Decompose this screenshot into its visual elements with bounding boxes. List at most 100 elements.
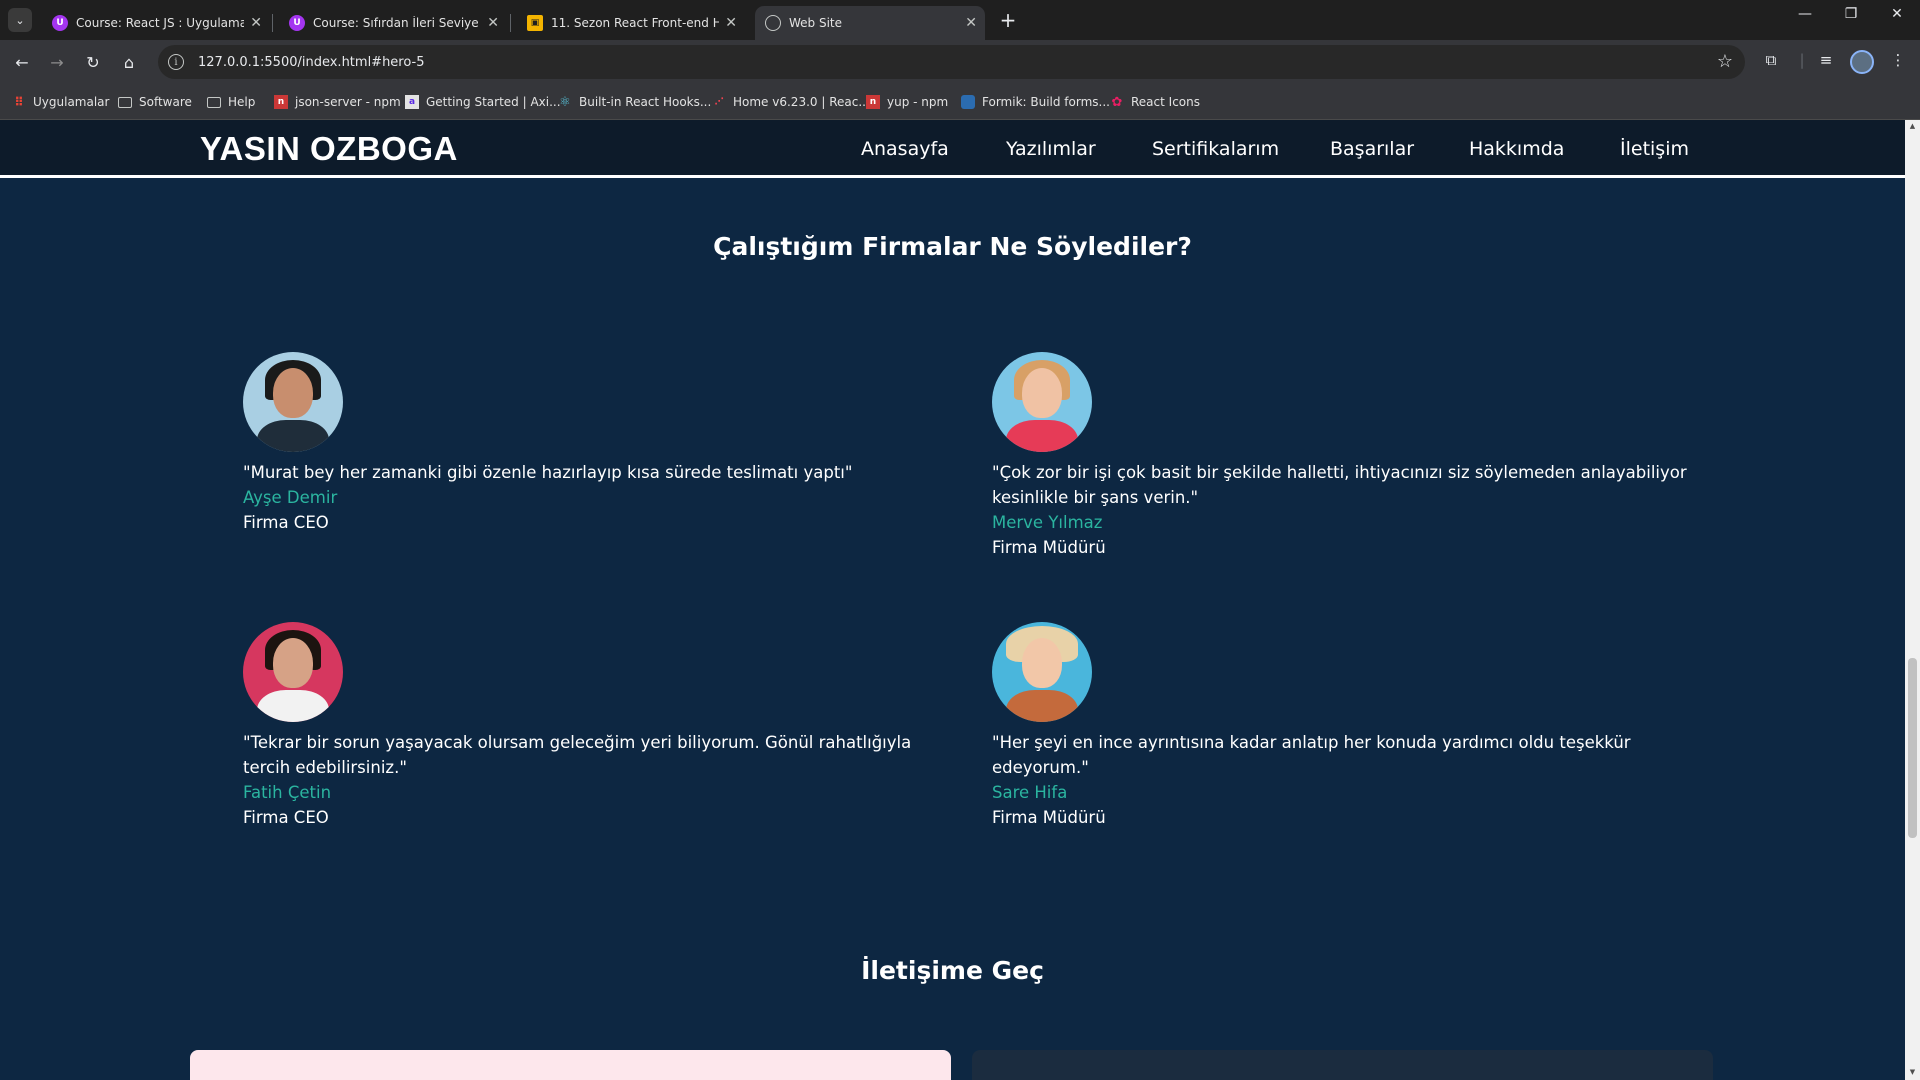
folder-icon [207, 96, 221, 108]
npm-icon: n [866, 95, 880, 109]
contact-card-left [190, 1050, 951, 1080]
testimonial-card: "Her şeyi en ince ayrıntısına kadar anla… [992, 622, 1712, 830]
bookmark-label: Getting Started | Axi... [426, 95, 561, 109]
testimonial-role: Firma CEO [243, 808, 329, 827]
menu-kebab-icon[interactable]: ⋮ [1887, 51, 1909, 69]
bookmark-star-icon[interactable]: ☆ [1717, 51, 1733, 72]
testimonial-card: "Murat bey her zamanki gibi özenle hazır… [243, 352, 963, 535]
avatar [243, 352, 343, 452]
globe-icon [765, 15, 781, 31]
page-viewport: YASIN OZBOGA Anasayfa Yazılımlar Sertifi… [0, 120, 1905, 1080]
bookmark-item[interactable]: ✿ React Icons [1110, 84, 1200, 120]
address-bar[interactable]: i 127.0.0.1:5500/index.html#hero-5 ☆ [158, 45, 1745, 79]
bookmark-label: Uygulamalar [33, 95, 110, 109]
forward-arrow-icon[interactable]: → [45, 50, 69, 74]
axios-icon: a [405, 95, 419, 109]
testimonial-role: Firma CEO [243, 513, 329, 532]
testimonial-card: "Tekrar bir sorun yaşayacak olursam gele… [243, 622, 963, 830]
browser-tab[interactable]: U Course: React JS : Uygulamalı R ✕ [42, 6, 270, 40]
udemy-icon: U [289, 15, 305, 31]
react-icons-icon: ✿ [1111, 94, 1123, 110]
profile-avatar[interactable] [1850, 50, 1874, 74]
site-brand-logo[interactable]: YASIN OZBOGA [200, 130, 458, 168]
formik-icon [961, 95, 975, 109]
browser-tab-active[interactable]: Web Site ✕ [755, 6, 985, 40]
testimonial-card: "Çok zor bir işi çok basit bir şekilde h… [992, 352, 1712, 560]
tab-divider [510, 14, 511, 32]
apps-grid-icon: ⠿ [14, 95, 24, 109]
bookmarks-bar: ⠿ Uygulamalar Software Help n json-serve… [0, 84, 1920, 120]
close-tab-icon[interactable]: ✕ [965, 15, 977, 31]
scroll-up-arrow-icon[interactable]: ▲ [1908, 122, 1917, 130]
bookmark-item[interactable]: ⠿ Uygulamalar [12, 84, 109, 120]
toolbar-divider: | [1799, 51, 1805, 69]
restore-icon[interactable]: ❐ [1831, 6, 1871, 22]
extensions-puzzle-icon[interactable]: ⧉ [1760, 51, 1782, 69]
bookmark-item[interactable]: ⋰ Home v6.23.0 | Reac... [712, 84, 870, 120]
tab-divider [272, 14, 273, 32]
contact-heading: İletişime Geç [861, 956, 1044, 985]
folder-icon [118, 96, 132, 108]
browser-tabstrip: ⌄ U Course: React JS : Uygulamalı R ✕ U … [0, 0, 1920, 40]
scroll-down-arrow-icon[interactable]: ▼ [1908, 1068, 1917, 1076]
testimonial-quote: "Çok zor bir işi çok basit bir şekilde h… [992, 463, 1687, 507]
home-icon[interactable]: ⌂ [117, 50, 141, 74]
nav-link-achievements[interactable]: Başarılar [1330, 138, 1414, 160]
testimonial-quote: "Her şeyi en ince ayrıntısına kadar anla… [992, 733, 1631, 777]
testimonial-quote: "Tekrar bir sorun yaşayacak olursam gele… [243, 733, 912, 777]
browser-toolbar: ← → ↻ ⌂ i 127.0.0.1:5500/index.html#hero… [0, 40, 1920, 84]
bookmark-label: Home v6.23.0 | Reac... [733, 95, 870, 109]
contact-card-right [972, 1050, 1713, 1080]
site-navbar: YASIN OZBOGA Anasayfa Yazılımlar Sertifi… [0, 120, 1905, 178]
udemy-icon: U [52, 15, 68, 31]
bookmark-item[interactable]: Software [118, 84, 192, 120]
bookmark-label: yup - npm [887, 95, 949, 109]
bookmark-item[interactable]: Help [207, 84, 255, 120]
testimonial-author: Fatih Çetin [243, 783, 332, 802]
browser-tab[interactable]: ▣ 11. Sezon React Front-end Haft ✕ [517, 6, 745, 40]
bookmark-label: Software [139, 95, 192, 109]
close-tab-icon[interactable]: ✕ [250, 15, 262, 31]
react-router-icon: ⋰ [714, 97, 724, 107]
avatar [992, 622, 1092, 722]
minimize-icon[interactable]: — [1785, 6, 1825, 22]
testimonial-author: Ayşe Demir [243, 488, 338, 507]
page-scrollbar[interactable]: ▲ ▼ [1905, 120, 1920, 1080]
bookmark-label: Help [228, 95, 256, 109]
tab-title: Web Site [789, 16, 843, 30]
bookmark-item[interactable]: Formik: Build forms... [961, 84, 1110, 120]
nav-link-software[interactable]: Yazılımlar [1006, 138, 1096, 160]
site-info-icon[interactable]: i [168, 54, 184, 70]
nav-link-contact[interactable]: İletişim [1620, 138, 1689, 160]
avatar [243, 622, 343, 722]
slides-icon: ▣ [527, 15, 543, 31]
reload-icon[interactable]: ↻ [81, 50, 105, 74]
bookmark-item[interactable]: ⚛ Built-in React Hooks... [558, 84, 711, 120]
bookmark-label: React Icons [1131, 95, 1200, 109]
close-window-icon[interactable]: ✕ [1877, 6, 1917, 22]
new-tab-plus-icon[interactable]: + [996, 8, 1020, 32]
nav-link-certificates[interactable]: Sertifikalarım [1152, 138, 1279, 160]
bookmark-label: Formik: Build forms... [982, 95, 1110, 109]
close-tab-icon[interactable]: ✕ [487, 15, 499, 31]
testimonials-heading: Çalıştığım Firmalar Ne Söylediler? [713, 232, 1192, 261]
tab-search-chevron-icon[interactable]: ⌄ [8, 8, 32, 32]
nav-link-home[interactable]: Anasayfa [861, 138, 949, 160]
bookmark-item[interactable]: a Getting Started | Axi... [405, 84, 561, 120]
avatar [992, 352, 1092, 452]
scrollbar-thumb[interactable] [1908, 658, 1917, 838]
testimonial-quote: "Murat bey her zamanki gibi özenle hazır… [243, 463, 853, 482]
address-url[interactable]: 127.0.0.1:5500/index.html#hero-5 [198, 55, 425, 70]
testimonial-role: Firma Müdürü [992, 538, 1106, 557]
bookmark-label: json-server - npm [295, 95, 401, 109]
tab-title: Course: Sıfırdan İleri Seviye Mo [313, 16, 481, 30]
bookmark-item[interactable]: n json-server - npm [274, 84, 401, 120]
media-control-icon[interactable]: ≡ [1815, 51, 1837, 69]
back-arrow-icon[interactable]: ← [10, 50, 34, 74]
testimonial-author: Sare Hifa [992, 783, 1068, 802]
close-tab-icon[interactable]: ✕ [725, 15, 737, 31]
bookmark-item[interactable]: n yup - npm [866, 84, 948, 120]
browser-tab[interactable]: U Course: Sıfırdan İleri Seviye Mo ✕ [279, 6, 507, 40]
tab-title: Course: React JS : Uygulamalı R [76, 16, 244, 30]
nav-link-about[interactable]: Hakkımda [1469, 138, 1564, 160]
